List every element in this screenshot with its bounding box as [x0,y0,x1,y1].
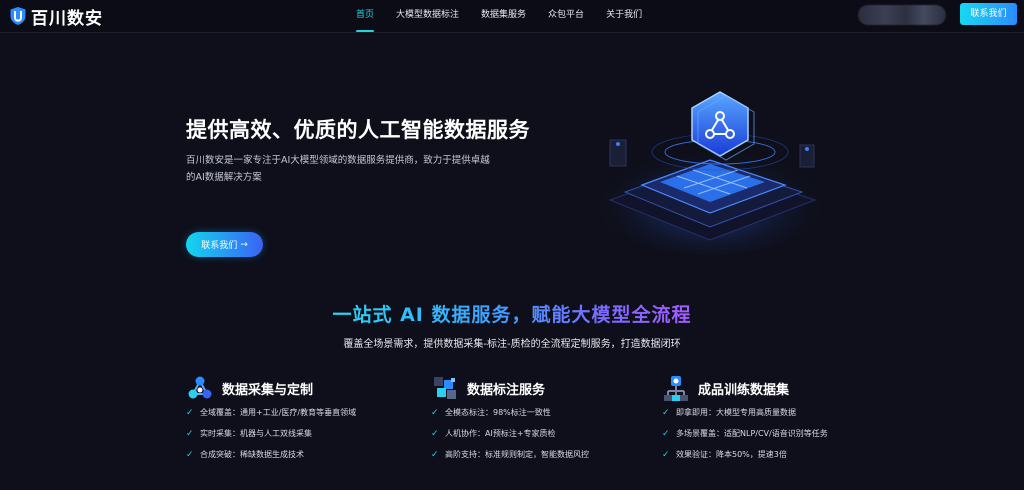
feature-item: ✓ 即拿即用：大模型专用高质量数据 [662,402,902,423]
feature-text: 即拿即用：大模型专用高质量数据 [676,408,796,417]
contact-button-top[interactable]: 联系我们 [960,3,1017,25]
nav-link-crowdsourcing[interactable]: 众包平台 [548,0,584,33]
brand-logo[interactable]: 百川数安 [9,5,103,29]
section-title: 一站式 AI 数据服务，赋能大模型全流程 [0,300,1024,327]
top-nav: 百川数安 首页 大模型数据标注 数据集服务 众包平台 关于我们 联系我们 [0,0,1024,33]
hero-illustration [590,91,830,255]
feature-text: 全域覆盖：通用+工业/医疗/教育等垂直领域 [200,408,357,417]
feature-item: ✓ 效果验证：降本50%，提速3倍 [662,444,902,465]
feature-text: 人机协作：AI预标注+专家质检 [445,429,556,438]
service-column-annotation: 数据标注服务 ✓ 全模态标注：98%标注一致性 ✓ 人机协作：AI预标注+专家质检 … [431,374,671,465]
hero-description: 百川数安是一家专注于AI大模型领域的数据服务提供商，致力于提供卓越的AI数据解决… [186,155,490,183]
column-title: 数据采集与定制 [222,382,314,398]
column-header: 数据标注服务 [431,374,671,402]
check-icon: ✓ [662,407,670,418]
feature-text: 多场景覆盖：适配NLP/CV/语音识别等任务 [676,429,828,438]
feature-text: 高阶支持：标准规则制定，智能数据风控 [445,450,589,459]
data-blocks-icon [434,377,456,399]
column-title: 数据标注服务 [467,382,546,398]
feature-item: ✓ 人机协作：AI预标注+专家质检 [431,423,671,444]
hero-title: 提供高效、优质的人工智能数据服务 [186,118,530,142]
service-column-datasets: 成品训练数据集 ✓ 即拿即用：大模型专用高质量数据 ✓ 多场景覆盖：适配NLP/CV… [662,374,902,465]
feature-item: ✓ 合成突破：稀缺数据生成技术 [186,444,426,465]
service-column-collection: 数据采集与定制 ✓ 全域覆盖：通用+工业/医疗/教育等垂直领域 ✓ 实时采集：机器与… [186,374,426,465]
shield-logo-icon [10,7,26,25]
dataset-tree-icon [664,376,688,401]
nav-link-dataset-service[interactable]: 数据集服务 [481,0,526,33]
hero-contact-button[interactable]: 联系我们 → [186,232,263,257]
column-header: 成品训练数据集 [662,374,902,402]
section-subtitle: 覆盖全场景需求，提供数据采集-标注-质检的全流程定制服务，打造数据闭环 [343,339,681,350]
check-icon: ✓ [431,407,439,418]
check-icon: ✓ [186,449,194,460]
column-header: 数据采集与定制 [186,374,426,402]
check-icon: ✓ [186,407,194,418]
feature-item: ✓ 实时采集：机器与人工双线采集 [186,423,426,444]
check-icon: ✓ [662,449,670,460]
nav-link-llm-annotation[interactable]: 大模型数据标注 [396,0,459,33]
nav-link-about[interactable]: 关于我们 [606,0,642,33]
feature-item: ✓ 全域覆盖：通用+工业/医疗/教育等垂直领域 [186,402,426,423]
nav-link-home[interactable]: 首页 [356,0,375,33]
feature-text: 全模态标注：98%标注一致性 [445,408,551,417]
feature-item: ✓ 全模态标注：98%标注一致性 [431,402,671,423]
check-icon: ✓ [662,428,670,439]
feature-item: ✓ 高阶支持：标准规则制定，智能数据风控 [431,444,671,465]
feature-text: 效果验证：降本50%，提速3倍 [676,450,787,459]
brand-name: 百川数安 [31,8,103,29]
feature-text: 合成突破：稀缺数据生成技术 [200,450,304,459]
hero-contact-label: 联系我们 [201,241,238,251]
feature-item: ✓ 多场景覆盖：适配NLP/CV/语音识别等任务 [662,423,902,444]
check-icon: ✓ [186,428,194,439]
nav-menu: 首页 大模型数据标注 数据集服务 众包平台 关于我们 [356,0,664,33]
network-nodes-icon [188,376,212,399]
feature-text: 实时采集：机器与人工双线采集 [200,429,312,438]
arrow-right-icon: → [240,239,248,250]
section-title-text: 一站式 AI 数据服务，赋能大模型全流程 [332,304,692,326]
check-icon: ✓ [431,428,439,439]
user-account-pill[interactable] [858,5,946,25]
check-icon: ✓ [431,449,439,460]
column-title: 成品训练数据集 [698,382,790,398]
